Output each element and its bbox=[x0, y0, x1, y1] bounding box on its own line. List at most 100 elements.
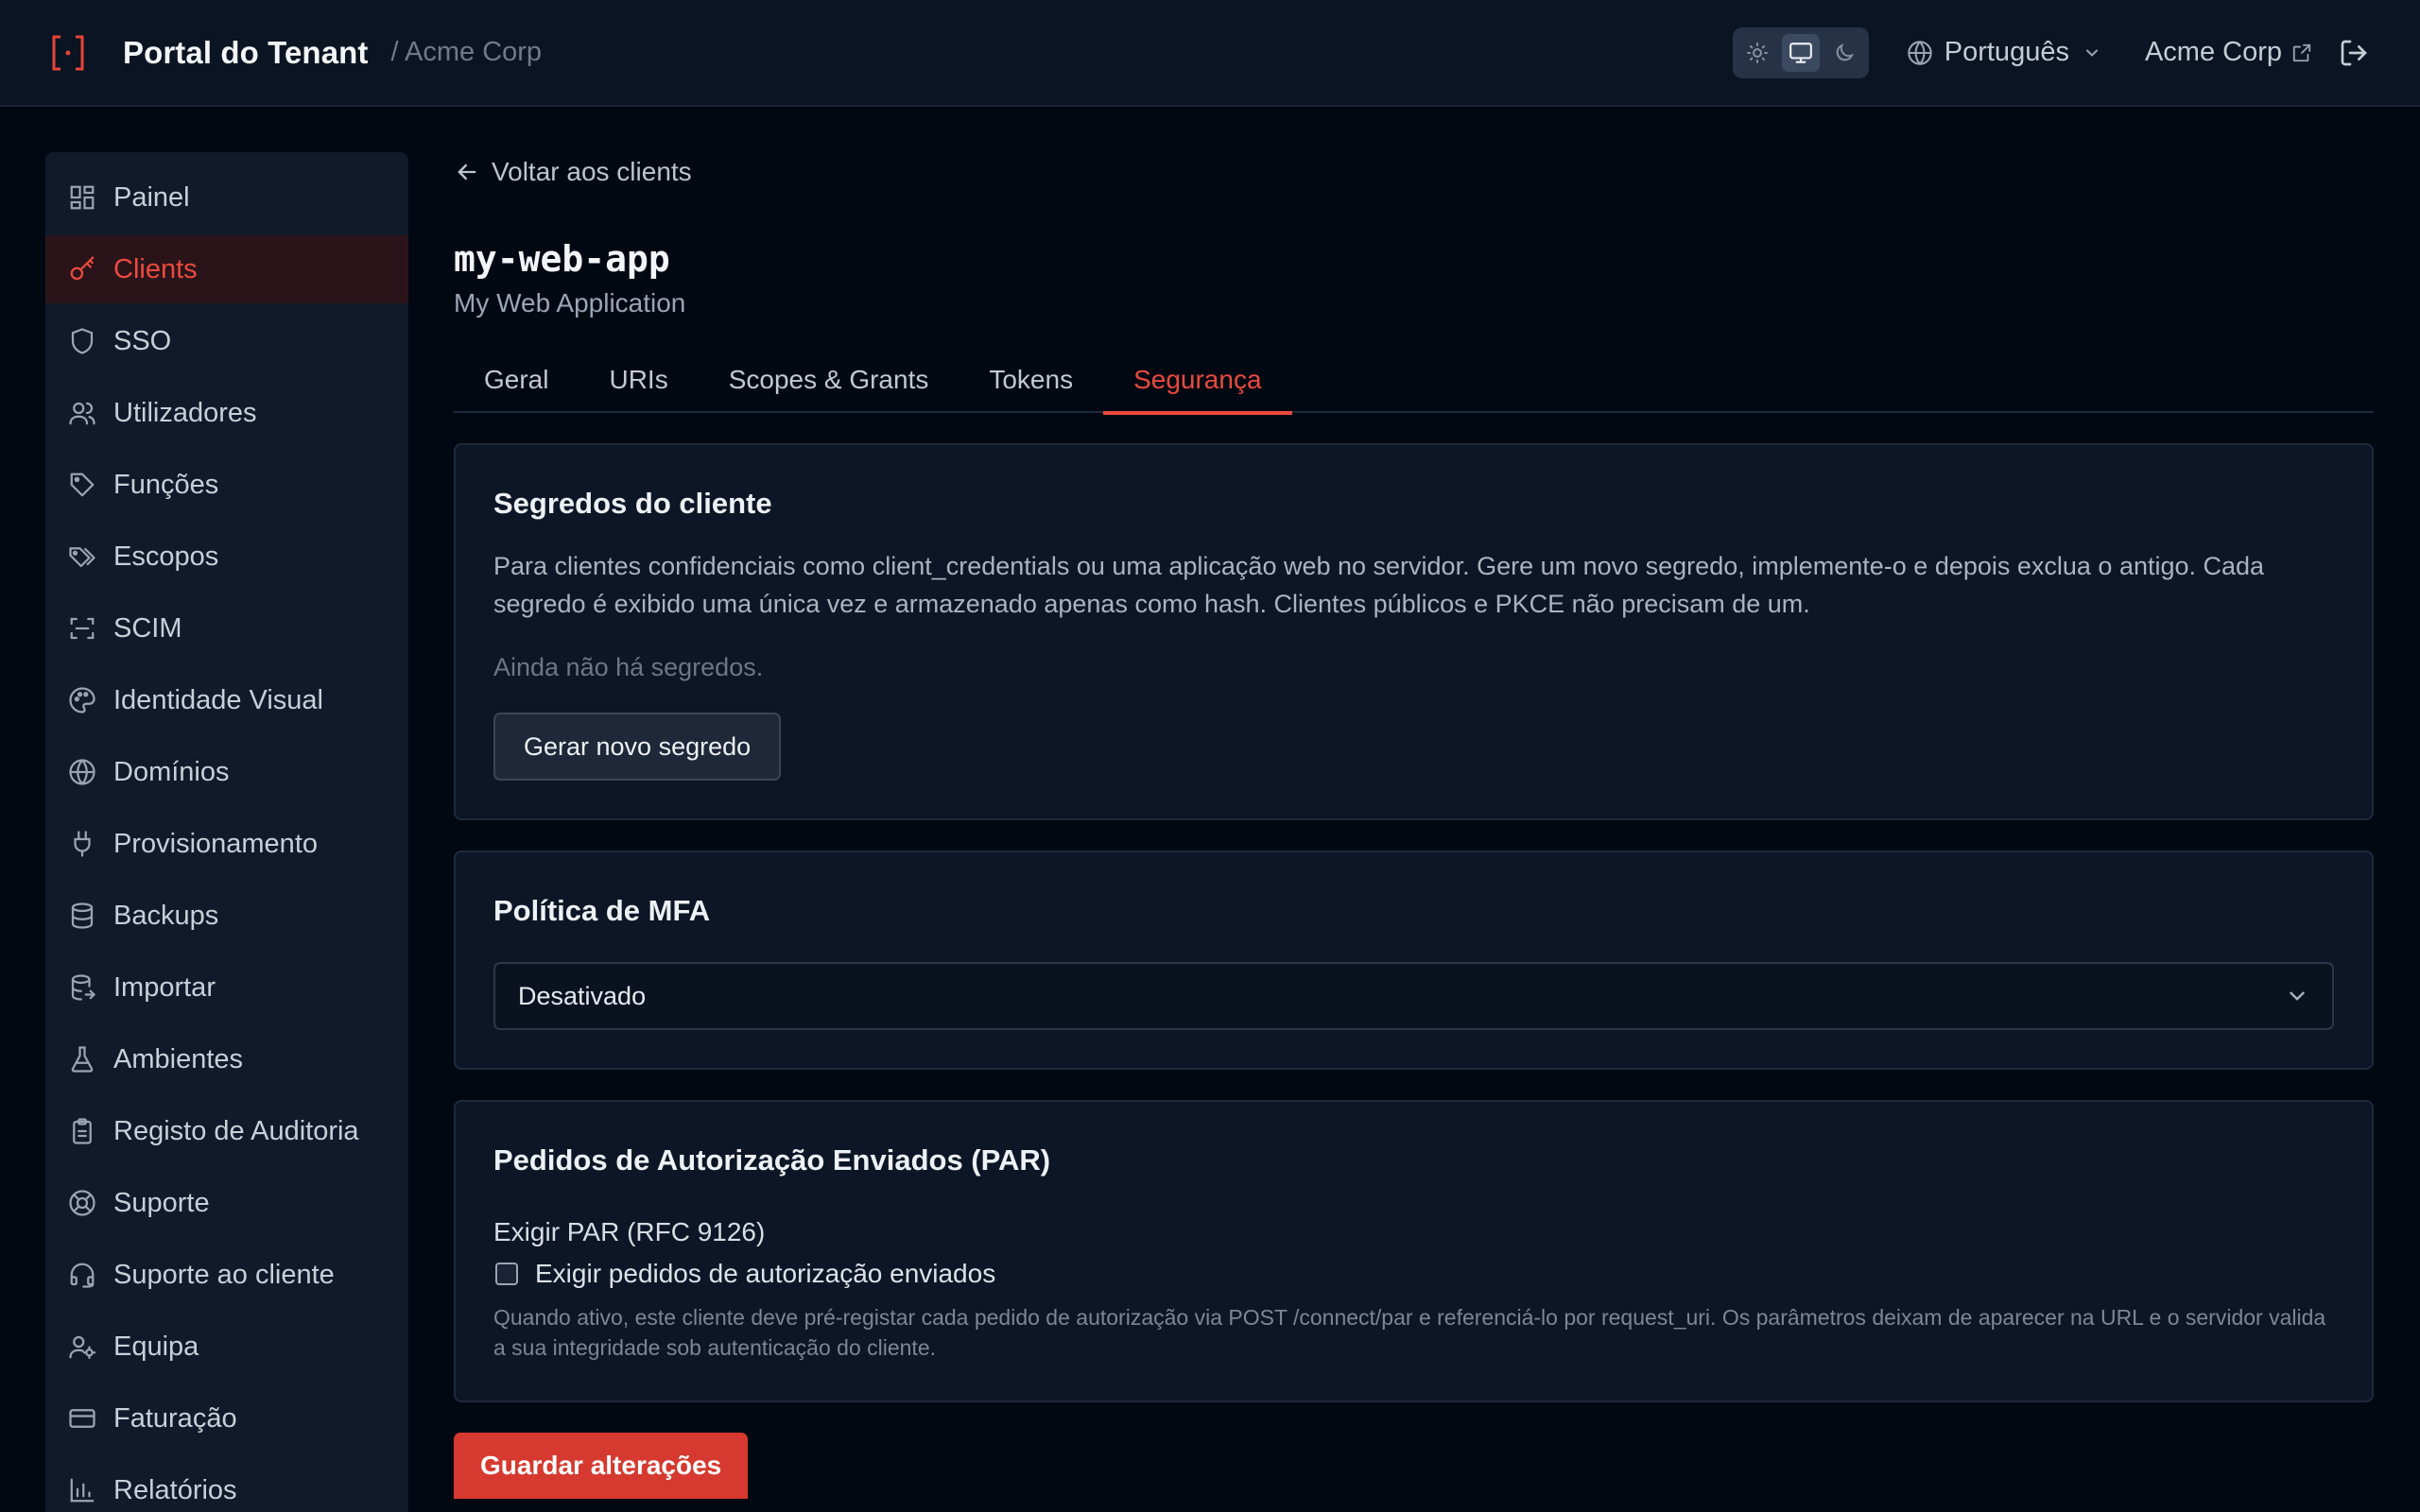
plug-icon bbox=[68, 830, 96, 858]
chevron-down-icon bbox=[2285, 984, 2309, 1008]
tag-icon bbox=[68, 471, 96, 499]
external-link-icon bbox=[2291, 43, 2312, 63]
sidebar-item-label: Suporte bbox=[113, 1187, 210, 1218]
chevron-down-icon bbox=[2083, 43, 2101, 62]
sidebar-item-suporte[interactable]: Suporte bbox=[45, 1169, 408, 1237]
language-label: Português bbox=[1944, 37, 2069, 67]
clipboard-icon bbox=[68, 1117, 96, 1145]
tab-uris[interactable]: URIs bbox=[579, 347, 698, 413]
par-card: Pedidos de Autorização Enviados (PAR) Ex… bbox=[454, 1100, 2374, 1402]
lifebuoy-icon bbox=[68, 1189, 96, 1217]
card-title: Pedidos de Autorização Enviados (PAR) bbox=[493, 1143, 1051, 1177]
require-par-checkbox[interactable] bbox=[495, 1263, 518, 1285]
back-label: Voltar aos clients bbox=[492, 157, 692, 186]
database-import-icon bbox=[68, 973, 96, 1002]
sidebar-item-clients[interactable]: Clients bbox=[45, 235, 408, 303]
logout-icon bbox=[2341, 40, 2367, 65]
generate-secret-button[interactable]: Gerar novo segredo bbox=[493, 713, 782, 781]
mfa-policy-card: Política de MFA Desativado bbox=[454, 850, 2374, 1070]
sidebar-item-label: Ambientes bbox=[113, 1043, 244, 1074]
palette-icon bbox=[68, 686, 96, 714]
sidebar-item-faturacao[interactable]: Faturação bbox=[45, 1384, 408, 1452]
sidebar-item-label: Faturação bbox=[113, 1402, 237, 1434]
sidebar-item-utilizadores[interactable]: Utilizadores bbox=[45, 379, 408, 447]
top-bar: Portal do Tenant / Acme Corp Português A… bbox=[0, 0, 2420, 107]
arrow-left-icon bbox=[454, 159, 480, 185]
logout-button[interactable] bbox=[2339, 38, 2369, 68]
user-cog-icon bbox=[68, 1332, 96, 1361]
globe-icon bbox=[68, 758, 96, 786]
app-title: Portal do Tenant bbox=[123, 34, 369, 70]
main-content: Voltar aos clients my-web-app My Web App… bbox=[454, 152, 2374, 1499]
sidebar-item-label: Provisionamento bbox=[113, 828, 318, 859]
moon-icon bbox=[1836, 43, 1854, 60]
sidebar-item-painel[interactable]: Painel bbox=[45, 163, 408, 232]
sidebar-item-provisionamento[interactable]: Provisionamento bbox=[45, 810, 408, 878]
sidebar-item-label: Funções bbox=[113, 469, 219, 500]
tags-icon bbox=[68, 542, 96, 571]
sidebar-item-label: Utilizadores bbox=[113, 397, 257, 428]
sidebar-item-dominios[interactable]: Domínios bbox=[45, 738, 408, 806]
checkbox-label[interactable]: Exigir pedidos de autorização enviados bbox=[535, 1259, 995, 1289]
headset-icon bbox=[68, 1261, 96, 1289]
sidebar-item-backups[interactable]: Backups bbox=[45, 882, 408, 950]
tenant-breadcrumb: / Acme Corp bbox=[390, 37, 543, 67]
credit-card-icon bbox=[68, 1404, 96, 1433]
theme-toggle bbox=[1732, 26, 1869, 78]
sidebar-item-label: Identidade Visual bbox=[113, 684, 323, 715]
sidebar-item-label: Importar bbox=[113, 971, 216, 1003]
sidebar-item-relatorios[interactable]: Relatórios bbox=[45, 1456, 408, 1512]
tab-seguranca[interactable]: Segurança bbox=[1103, 347, 1292, 415]
sidebar-item-label: Domínios bbox=[113, 756, 230, 787]
sidebar-item-escopos[interactable]: Escopos bbox=[45, 523, 408, 591]
save-changes-button[interactable]: Guardar alterações bbox=[454, 1433, 749, 1499]
sidebar-item-registo-de-auditoria[interactable]: Registo de Auditoria bbox=[45, 1097, 408, 1165]
page-title: my-web-app bbox=[454, 238, 670, 280]
sidebar-item-ambientes[interactable]: Ambientes bbox=[45, 1025, 408, 1093]
empty-state: Ainda não há segredos. bbox=[493, 653, 764, 681]
bar-chart-icon bbox=[68, 1476, 96, 1504]
database-icon bbox=[68, 902, 96, 930]
help-text: Quando ativo, este cliente deve pré-regi… bbox=[493, 1305, 2326, 1360]
tab-scopes-grants[interactable]: Scopes & Grants bbox=[699, 347, 959, 413]
users-icon bbox=[68, 399, 96, 427]
tab-bar: Geral URIs Scopes & Grants Tokens Segura… bbox=[454, 347, 2374, 415]
sidebar-item-identidade-visual[interactable]: Identidade Visual bbox=[45, 666, 408, 734]
sidebar-item-label: Registo de Auditoria bbox=[113, 1115, 359, 1146]
mfa-policy-select[interactable]: Desativado bbox=[493, 962, 2334, 1030]
sidebar-item-label: Painel bbox=[113, 181, 190, 213]
card-description: Para clientes confidenciais como client_… bbox=[493, 552, 2265, 618]
sidebar-item-label: Escopos bbox=[113, 541, 219, 572]
sidebar: Painel Clients SSO Utilizadores Funções … bbox=[45, 152, 408, 1512]
sidebar-item-label: SCIM bbox=[113, 612, 182, 644]
sidebar-item-label: SSO bbox=[113, 325, 172, 356]
globe-icon bbox=[1907, 40, 1933, 66]
brand-logo-icon bbox=[51, 34, 85, 72]
sidebar-item-importar[interactable]: Importar bbox=[45, 954, 408, 1022]
tab-tokens[interactable]: Tokens bbox=[959, 347, 1103, 413]
back-to-clients-link[interactable]: Voltar aos clients bbox=[454, 152, 2374, 192]
select-value: Desativado bbox=[518, 981, 647, 1010]
theme-dark-button[interactable] bbox=[1825, 34, 1863, 72]
field-label: Exigir PAR (RFC 9126) bbox=[493, 1217, 766, 1246]
sidebar-item-equipa[interactable]: Equipa bbox=[45, 1313, 408, 1381]
sun-icon bbox=[1746, 42, 1768, 63]
sidebar-item-sso[interactable]: SSO bbox=[45, 307, 408, 375]
sidebar-item-funcoes[interactable]: Funções bbox=[45, 451, 408, 519]
tenant-external-link[interactable]: Acme Corp bbox=[2145, 37, 2312, 68]
key-icon bbox=[68, 255, 96, 284]
client-secrets-card: Segredos do cliente Para clientes confid… bbox=[454, 443, 2374, 820]
require-par-row: Exigir pedidos de autorização enviados bbox=[493, 1259, 2334, 1289]
monitor-icon bbox=[1789, 42, 1812, 63]
sidebar-item-label: Clients bbox=[113, 253, 198, 284]
theme-light-button[interactable] bbox=[1738, 34, 1776, 72]
sidebar-item-label: Suporte ao cliente bbox=[113, 1259, 335, 1290]
sidebar-item-scim[interactable]: SCIM bbox=[45, 594, 408, 662]
theme-system-button[interactable] bbox=[1781, 33, 1820, 72]
flask-icon bbox=[68, 1045, 96, 1074]
client-display-name: My Web Application bbox=[454, 288, 686, 318]
sidebar-item-suporte-ao-cliente[interactable]: Suporte ao cliente bbox=[45, 1241, 408, 1309]
scan-icon bbox=[68, 614, 96, 643]
tab-geral[interactable]: Geral bbox=[454, 347, 579, 413]
language-selector[interactable]: Português bbox=[1907, 37, 2101, 68]
